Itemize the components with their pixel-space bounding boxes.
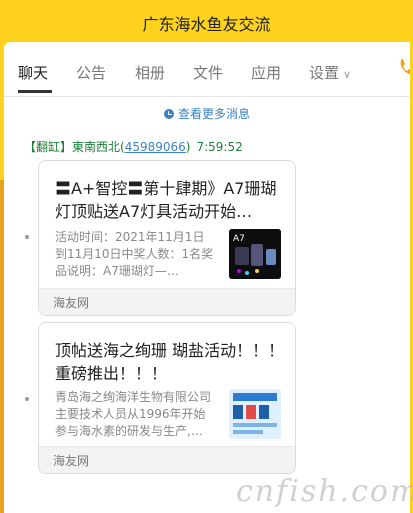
clock-icon [163,109,174,119]
card-footer: 海友网 [39,288,295,315]
tab-bar: 聊天 公告 相册 文件 应用 设置 ∨ [4,42,410,97]
share-card[interactable]: 〓A+智控〓第十肆期》A7珊瑚灯顶贴送A7灯具活动开始… 活动时间：2021年1… [38,160,296,316]
tab-album[interactable]: 相册 [135,62,165,83]
tab-chat[interactable]: 聊天 [18,62,48,83]
tab-apps[interactable]: 应用 [251,62,281,83]
card-title: 顶帖送海之绚珊 瑚盐活动！！！ 重磅推出！！！ [55,341,285,383]
qq-paren-close: ) [185,140,191,154]
view-more-label: 查看更多消息 [177,107,250,121]
message-time: 7:59:52 [196,140,243,154]
chat-window: 聊天 公告 相册 文件 应用 设置 ∨ 查看更多消息 【翻缸】東南西北(45989… [4,42,410,513]
view-more-history[interactable]: 查看更多消息 [4,105,410,122]
window-title: 广东海水鱼友交流 [142,15,271,34]
thumb-label: A7 [233,234,245,244]
active-tab-indicator [18,90,52,93]
card-footer: 海友网 [39,446,295,473]
tab-settings-label: 设置 [309,64,340,82]
bullet-dot [25,397,29,401]
thumbnail-image [229,389,281,439]
card-source: 海友网 [53,296,90,310]
share-card[interactable]: 顶帖送海之绚珊 瑚盐活动！！！ 重磅推出！！！ 青岛海之绚海洋生物有限公司主要技… [38,322,296,474]
bullet-dot [25,235,29,239]
chevron-down-icon: ∨ [343,68,352,81]
tab-files[interactable]: 文件 [193,62,223,83]
card-thumbnail [229,389,281,439]
card-title: 〓A+智控〓第十肆期》A7珊瑚灯顶贴送A7灯具活动开始… [55,179,277,221]
card-description: 活动时间：2021年11月1日到11月10日中奖人数：1名奖品说明：A7珊瑚灯—… [55,230,214,278]
card-thumbnail: A7 [229,229,281,279]
sender-tag: 【翻缸】 [24,140,73,154]
tab-settings[interactable]: 设置 ∨ [309,62,351,83]
title-bar: 广东海水鱼友交流 [0,0,413,42]
sender-qq-link[interactable]: 45989066 [125,140,186,154]
sender-name[interactable]: 東南西北 [72,140,120,154]
card-source: 海友网 [53,454,90,468]
message-sender: 【翻缸】東南西北(45989066) 7:59:52 [24,138,243,155]
thumbnail-image: A7 [229,229,281,279]
card-description: 青岛海之绚海洋生物有限公司主要技术人员从1996年开始参与海水素的研发与生产,… [55,390,212,438]
tab-announcement[interactable]: 公告 [76,62,106,83]
watermark: cnfish.com [236,474,413,509]
phone-icon[interactable] [398,56,410,78]
